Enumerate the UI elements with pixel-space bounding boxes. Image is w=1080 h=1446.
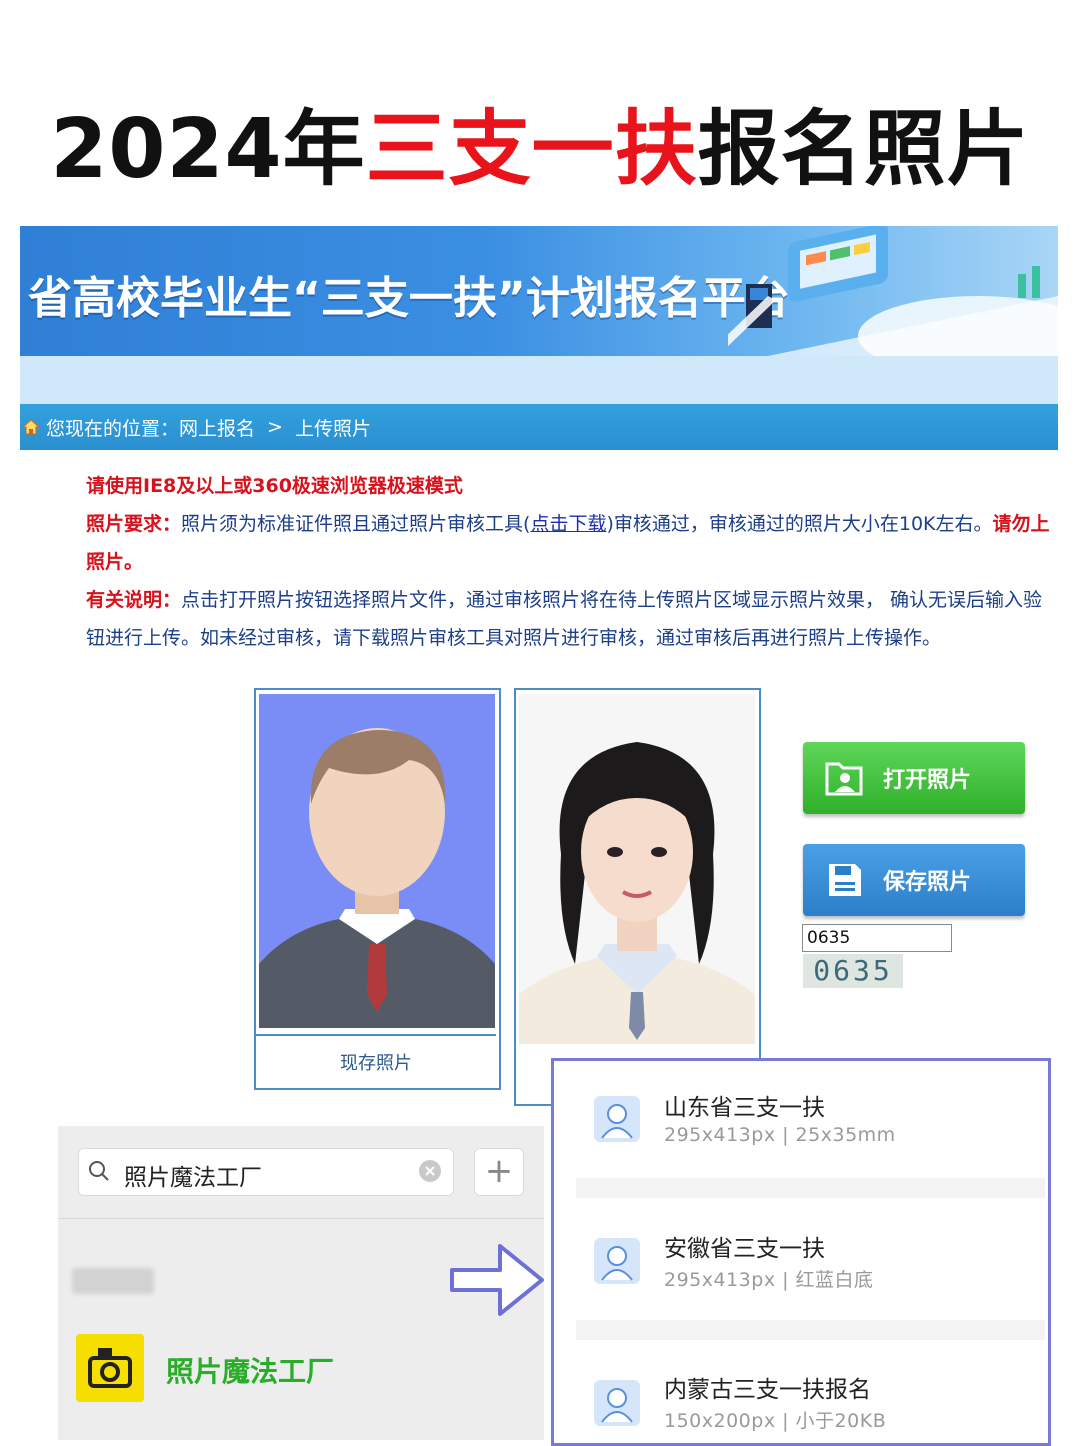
verification-code-input[interactable]: 0635 bbox=[802, 924, 952, 952]
id-photo-portrait bbox=[519, 694, 755, 1044]
add-button[interactable]: + bbox=[474, 1148, 524, 1196]
wechat-divider bbox=[58, 1218, 544, 1219]
platform-banner: 省高校毕业生“三支一扶”计划报名平台 bbox=[20, 226, 1058, 356]
existing-photo-caption: 现存照片 bbox=[340, 1053, 412, 1074]
list-separator bbox=[576, 1320, 1045, 1340]
requirement-label: 照片要求： bbox=[86, 513, 182, 535]
user-icon bbox=[601, 1388, 633, 1423]
home-icon bbox=[22, 419, 40, 435]
headline-suffix: 报名照片 bbox=[697, 102, 1030, 197]
breadcrumb-label: 您现在的位置： bbox=[46, 417, 180, 440]
list-item-title: 安徽省三支一扶 bbox=[664, 1236, 825, 1262]
photo-requirement: 照片要求：照片须为标准证件照且通过照片审核工具(点击下载)审核通过，审核通过的照… bbox=[86, 513, 1050, 535]
existing-photo bbox=[259, 694, 495, 1028]
captcha-image[interactable]: 0635 bbox=[803, 954, 903, 988]
mini-program-logo[interactable] bbox=[76, 1334, 144, 1402]
user-icon bbox=[601, 1104, 633, 1139]
breadcrumb-item-online-signup[interactable]: 网上报名 bbox=[179, 414, 255, 441]
list-item-subtitle: 295x413px | 红蓝白底 bbox=[664, 1269, 874, 1291]
clear-icon[interactable] bbox=[418, 1159, 442, 1183]
page-headline: 2024年三支一扶报名照片 bbox=[0, 82, 1080, 201]
info-label: 有关说明： bbox=[86, 589, 182, 611]
info-note-line2: 钮进行上传。如未经过审核，请下载照片审核工具对照片进行审核，通过审核后再进行照片… bbox=[86, 627, 942, 649]
mini-program-result-name[interactable]: 照片魔法工厂 bbox=[166, 1350, 334, 1390]
browser-tip: 请使用IE8及以上或360极速浏览器极速模式 bbox=[86, 475, 463, 497]
avatar bbox=[594, 1380, 640, 1426]
list-item-title: 山东省三支一扶 bbox=[664, 1095, 825, 1121]
headline-prefix: 2024年 bbox=[50, 102, 366, 197]
headline-highlight: 三支一扶 bbox=[365, 102, 698, 197]
download-tool-link[interactable]: 点击下载 bbox=[530, 513, 606, 535]
search-icon bbox=[89, 1161, 109, 1181]
camera-icon bbox=[88, 1348, 132, 1388]
user-icon bbox=[601, 1246, 633, 1281]
breadcrumb-item-upload-photo[interactable]: 上传照片 bbox=[295, 414, 371, 441]
save-photo-button[interactable]: 保存照片 bbox=[803, 844, 1025, 916]
placeholder-avatar-image bbox=[259, 694, 495, 1028]
avatar bbox=[594, 1096, 640, 1142]
open-file-icon bbox=[825, 762, 863, 796]
breadcrumb-separator: > bbox=[267, 416, 283, 438]
list-item-subtitle: 295x413px | 25x35mm bbox=[664, 1124, 896, 1146]
open-photo-button[interactable]: 打开照片 bbox=[803, 742, 1025, 814]
pending-photo bbox=[519, 694, 755, 1044]
info-note: 有关说明：点击打开照片按钮选择照片文件，通过审核照片将在待上传照片区域显示照片效… bbox=[86, 589, 1043, 611]
open-photo-label: 打开照片 bbox=[883, 768, 972, 793]
blurred-text bbox=[72, 1268, 154, 1294]
banner-strip bbox=[20, 356, 1058, 404]
arrow-right-icon bbox=[450, 1244, 544, 1316]
list-item-subtitle: 150x200px | 小于20KB bbox=[664, 1410, 887, 1432]
wechat-search-input[interactable]: 照片魔法工厂 bbox=[124, 1158, 262, 1192]
requirement-line2: 照片。 bbox=[86, 551, 144, 573]
save-photo-label: 保存照片 bbox=[883, 870, 972, 895]
save-disk-icon bbox=[829, 864, 861, 896]
banner-title: 省高校毕业生“三支一扶”计划报名平台 bbox=[28, 273, 790, 324]
notice-area: 请使用IE8及以上或360极速浏览器极速模式 照片要求：照片须为标准证件照且通过… bbox=[20, 460, 1058, 660]
breadcrumb: 您现在的位置： 网上报名 > 上传照片 bbox=[20, 404, 1058, 450]
list-separator bbox=[576, 1178, 1045, 1198]
banner-illustration bbox=[728, 226, 1058, 356]
avatar bbox=[594, 1238, 640, 1284]
list-item-title: 内蒙古三支一扶报名 bbox=[664, 1377, 871, 1403]
